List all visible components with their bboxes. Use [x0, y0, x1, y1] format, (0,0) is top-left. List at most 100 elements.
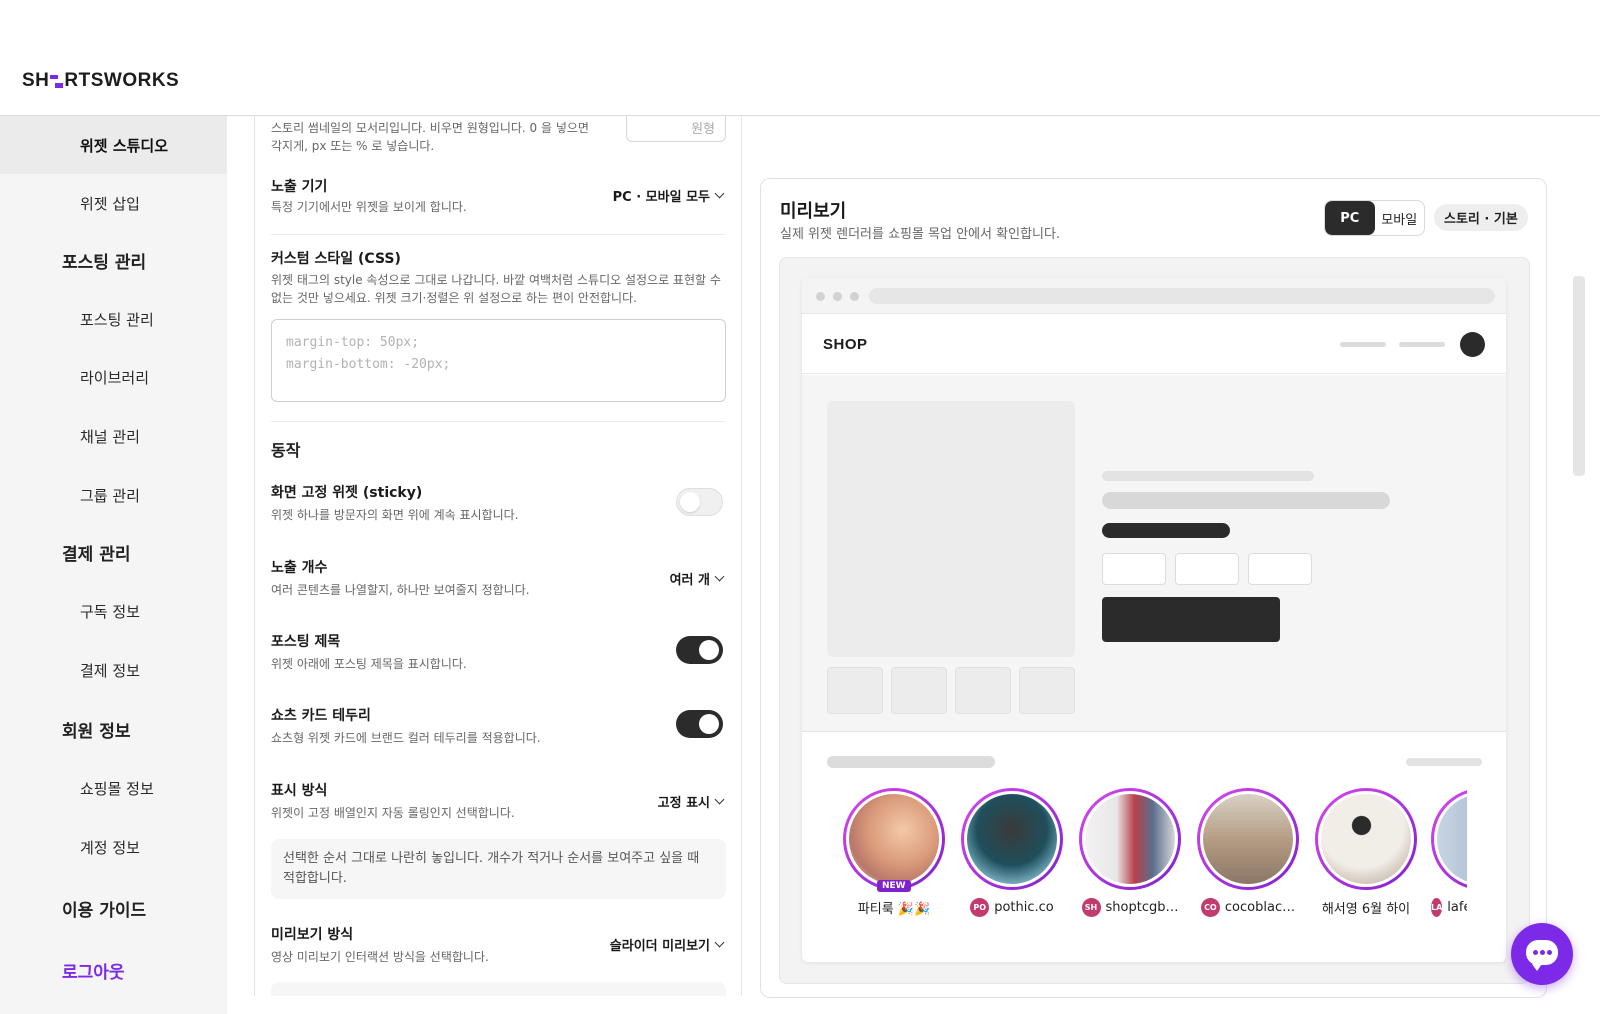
story-name: cocoblac…: [1224, 900, 1296, 915]
thumbnail-placeholder: [955, 667, 1011, 714]
count-description: 여러 콘텐츠를 나열할지, 하나만 보여줄지 정합니다.: [271, 583, 530, 597]
card-border-label: 쇼츠 카드 테두리: [271, 708, 371, 724]
preview-mode-select-value: 슬라이더 미리보기: [609, 939, 710, 954]
option-placeholder: [1102, 553, 1166, 585]
option-placeholder: [1248, 553, 1312, 585]
settings-panel: 스토리 썸네일의 모서리입니다. 비우면 원형입니다. 0 을 넣으면 각지게,…: [254, 116, 742, 996]
chat-dot-icon: [1540, 950, 1545, 955]
story-ring: [1079, 788, 1181, 890]
count-select[interactable]: 여러 개: [669, 569, 725, 588]
sidebar-item-shop-info[interactable]: 쇼핑몰 정보: [0, 759, 227, 817]
price-placeholder: [1102, 523, 1230, 538]
story-item[interactable]: 해서영 6월 하이: [1313, 788, 1419, 917]
story-name: 해서영 6월 하이: [1321, 902, 1411, 917]
device-select[interactable]: PC · 모바일 모두: [612, 186, 725, 205]
sidebar-item-widget-studio[interactable]: 위젯 스튜디오: [0, 116, 227, 174]
story-thumbnail: [1437, 794, 1467, 884]
style-chip[interactable]: 스토리 · 기본: [1434, 204, 1528, 231]
device-select-value: PC · 모바일 모두: [612, 190, 710, 205]
story-thumbnail: [1085, 794, 1175, 884]
display-select-value: 고정 표시: [657, 796, 710, 811]
thumbnail-placeholder: [1019, 667, 1075, 714]
preview-mode-description: 영상 미리보기 인터랙션 방식을 선택합니다.: [271, 950, 489, 964]
thumbnail-placeholder: [891, 667, 947, 714]
divider: [271, 421, 725, 422]
logout-link[interactable]: 로그아웃: [62, 958, 125, 983]
preview-subtitle: 실제 위젯 렌더러를 쇼핑몰 목업 안에서 확인합니다.: [780, 227, 1061, 242]
card-border-toggle[interactable]: [676, 710, 723, 738]
channel-avatar: LA: [1431, 898, 1443, 917]
css-textarea[interactable]: margin-top: 50px; margin-bottom: -20px;: [271, 319, 726, 402]
sidebar-item-payment-info[interactable]: 결제 정보: [0, 641, 227, 699]
buy-button-placeholder: [1102, 597, 1280, 642]
sidebar-item-channel[interactable]: 채널 관리: [0, 407, 227, 465]
count-label: 노출 개수: [271, 560, 328, 576]
sidebar-group-payment[interactable]: 결제 관리: [62, 540, 130, 565]
window-dot-icon: [850, 292, 859, 301]
story-name: lafe: [1447, 900, 1467, 915]
story-item-clipped[interactable]: LA lafe: [1431, 788, 1467, 928]
sticky-toggle[interactable]: [676, 488, 723, 516]
story-item[interactable]: SH shoptcgb…: [1077, 788, 1183, 917]
pc-tab[interactable]: PC: [1325, 201, 1375, 235]
window-dot-icon: [816, 292, 825, 301]
chat-button[interactable]: [1511, 923, 1573, 985]
story-ring: [1197, 788, 1299, 890]
preview-mode-label: 미리보기 방식: [271, 927, 354, 943]
sidebar-group-guide[interactable]: 이용 가이드: [62, 896, 146, 921]
count-select-value: 여러 개: [669, 573, 710, 588]
story-item[interactable]: CO cocoblac…: [1195, 788, 1301, 917]
nav-placeholder: [1399, 342, 1445, 347]
sidebar-item-account-info[interactable]: 계정 정보: [0, 818, 227, 876]
display-select[interactable]: 고정 표시: [657, 792, 725, 811]
preview-stage: SHOP NEW 파티룩 🎉🎉 PO pothic.co SH shoptcgb…: [779, 257, 1530, 984]
sidebar-item-library[interactable]: 라이브러리: [0, 348, 227, 406]
display-label: 표시 방식: [271, 783, 328, 799]
display-info-box: 선택한 순서 그대로 나란히 놓입니다. 개수가 적거나 순서를 보여주고 싶을…: [271, 839, 726, 899]
toggle-knob: [699, 714, 719, 734]
mock-browser: SHOP NEW 파티룩 🎉🎉 PO pothic.co SH shoptcgb…: [802, 278, 1506, 962]
sidebar-item-group[interactable]: 그룹 관리: [0, 466, 227, 524]
story-ring: [1431, 788, 1467, 890]
card-border-description: 쇼츠형 위젯 카드에 브랜드 컬러 테두리를 적용합니다.: [271, 731, 541, 745]
sidebar-item-widget-insert[interactable]: 위젯 삽입: [0, 174, 227, 232]
story-item[interactable]: PO pothic.co: [959, 788, 1065, 917]
story-thumbnail: [1203, 794, 1293, 884]
toggle-knob: [699, 640, 719, 660]
text-placeholder: [1406, 758, 1482, 766]
chevron-down-icon: [714, 571, 725, 582]
sticky-description: 위젯 하나를 방문자의 화면 위에 계속 표시합니다.: [271, 508, 519, 522]
story-ring: NEW: [843, 788, 945, 892]
css-label: 커스텀 스타일 (CSS): [271, 251, 401, 267]
css-description: 위젯 태그의 style 속성으로 그대로 나갑니다. 바깥 여백처럼 스튜디오…: [271, 273, 721, 305]
channel-avatar: SH: [1081, 898, 1101, 917]
nav-placeholder: [1340, 342, 1386, 347]
story-thumbnail: [849, 794, 939, 884]
channel-avatar: CO: [1200, 898, 1220, 917]
chevron-down-icon: [714, 937, 725, 948]
brand-logo[interactable]: SH RTSWORKS: [22, 70, 179, 92]
shop-header: SHOP: [802, 314, 1506, 374]
window-dot-icon: [833, 292, 842, 301]
sidebar-group-posting[interactable]: 포스팅 관리: [62, 248, 146, 273]
radius-input[interactable]: 원형: [626, 116, 726, 142]
thumbnail-placeholder: [827, 667, 883, 714]
device-toggle: PC 모바일: [1324, 200, 1425, 236]
behavior-section-title: 동작: [271, 441, 301, 460]
display-description: 위젯이 고정 배열인지 자동 롤링인지 선택합니다.: [271, 806, 515, 820]
story-thumbnail: [1321, 794, 1411, 884]
post-title-label: 포스팅 제목: [271, 634, 341, 650]
preview-card: 미리보기 실제 위젯 렌더러를 쇼핑몰 목업 안에서 확인합니다. PC 모바일…: [760, 178, 1547, 998]
sidebar-group-member[interactable]: 회원 정보: [62, 717, 130, 742]
chat-dot-icon: [1547, 950, 1552, 955]
sidebar: 위젯 스튜디오 위젯 삽입 포스팅 관리 포스팅 관리 라이브러리 채널 관리 …: [0, 116, 227, 1014]
sidebar-item-subscription[interactable]: 구독 정보: [0, 582, 227, 640]
story-name: shoptcgb…: [1105, 900, 1179, 915]
post-title-toggle[interactable]: [676, 636, 723, 664]
scrollbar[interactable]: [1573, 276, 1585, 476]
mobile-tab[interactable]: 모바일: [1375, 201, 1425, 235]
preview-mode-info-box: [271, 982, 726, 996]
sidebar-item-posting-manage[interactable]: 포스팅 관리: [0, 290, 227, 348]
preview-mode-select[interactable]: 슬라이더 미리보기: [609, 935, 725, 954]
story-item[interactable]: NEW 파티룩 🎉🎉: [841, 788, 947, 917]
